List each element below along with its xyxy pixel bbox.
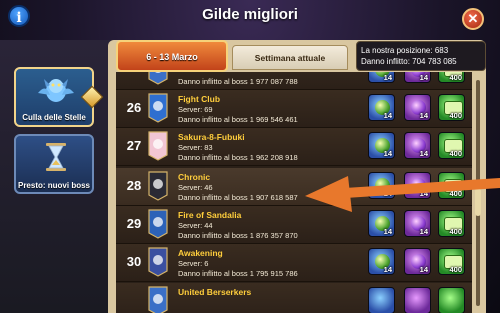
guild-rank: 28 [126, 178, 142, 193]
reward-purple-orb[interactable]: 14 [404, 210, 431, 237]
reward-count: 14 [383, 227, 392, 236]
guild-server: Server: 6 [178, 259, 209, 268]
guild-damage: Danno inflitto al boss 1 907 618 587 [178, 193, 298, 202]
reward-purple-orb[interactable]: 14 [404, 132, 431, 159]
reward-green-chest[interactable]: 400 [438, 94, 465, 121]
reward-count: 14 [383, 149, 392, 158]
banner-emblem [153, 217, 163, 227]
reward-count: 14 [419, 227, 428, 236]
my-position-text: La nostra posizione: 683 [361, 46, 449, 55]
reward-count: 400 [449, 227, 462, 236]
close-button[interactable]: ✕ [462, 8, 484, 30]
reward-blue-orb[interactable]: 14 [368, 172, 395, 199]
reward-purple-orb[interactable]: 14 [404, 94, 431, 121]
reward-green-chest[interactable]: 400 [438, 72, 465, 83]
banner-emblem [153, 101, 163, 111]
reward-count: 14 [383, 189, 392, 198]
reward-purple-orb[interactable]: 14 [404, 72, 431, 83]
reward-count: 400 [449, 265, 462, 274]
reward-count: 14 [383, 111, 392, 120]
reward-blue-orb[interactable]: 14 [368, 248, 395, 275]
reward-count: 14 [419, 111, 428, 120]
reward-green-chest[interactable]: 400 [438, 248, 465, 275]
reward-blue-orb[interactable] [368, 287, 395, 313]
reward-green-chest[interactable]: 400 [438, 210, 465, 237]
guild-rank: 30 [126, 254, 142, 269]
banner-emblem [153, 139, 163, 149]
reward-green-chest[interactable]: 400 [438, 172, 465, 199]
guild-name: Fight Club [178, 94, 221, 104]
boss-card-coming-soon[interactable]: Presto: nuovi boss [14, 134, 94, 194]
reward-count: 14 [419, 73, 428, 82]
guild-name: Fire of Sandalia [178, 210, 242, 220]
reward-blue-orb[interactable]: 14 [368, 94, 395, 121]
scrollbar-thumb[interactable] [475, 188, 481, 216]
guild-rank: 26 [126, 100, 142, 115]
reward-purple-orb[interactable]: 14 [404, 248, 431, 275]
guild-rank: 29 [126, 216, 142, 231]
banner-emblem [153, 179, 163, 189]
guild-server: Server: 83 [178, 143, 213, 152]
reward-blue-orb[interactable]: 14 [368, 210, 395, 237]
hourglass-icon [46, 143, 66, 171]
reward-blue-orb[interactable]: 14 [368, 72, 395, 83]
guild-damage: Danno inflitto al boss 1 795 915 786 [178, 269, 298, 278]
page-title: Gilde migliori [202, 6, 298, 23]
guild-row[interactable]: 30 Awakening Server: 6 Danno inflitto al… [116, 244, 472, 282]
reward-count: 14 [419, 189, 428, 198]
guild-damage: Danno inflitto al boss 1 962 208 918 [178, 153, 298, 162]
guild-banner-icon [148, 247, 168, 277]
guild-row[interactable]: 29 Fire of Sandalia Server: 44 Danno inf… [116, 206, 472, 244]
reward-count: 400 [449, 111, 462, 120]
guild-rank: 27 [126, 138, 142, 153]
guild-banner-icon [148, 72, 168, 85]
guild-banner-icon [148, 209, 168, 239]
reward-purple-orb[interactable]: 14 [404, 172, 431, 199]
guild-damage: Danno inflitto al boss 1 977 087 788 [178, 77, 298, 86]
reward-blue-orb[interactable]: 14 [368, 132, 395, 159]
tab-previous-week[interactable]: 6 - 13 Marzo [116, 40, 228, 72]
reward-count: 14 [383, 265, 392, 274]
guild-server: Server: 44 [178, 221, 213, 230]
guild-name: Chronic [178, 172, 211, 182]
reward-green-chest[interactable]: 400 [438, 132, 465, 159]
banner-emblem [153, 294, 163, 304]
reward-green-chest[interactable] [438, 287, 465, 313]
banner-shape [148, 72, 168, 85]
guild-row[interactable]: United Berserkers [116, 283, 472, 313]
reward-count: 400 [449, 149, 462, 158]
guild-name: Awakening [178, 248, 223, 258]
guild-row[interactable]: 28 Chronic Server: 46 Danno inflitto al … [116, 168, 472, 206]
guild-name: Sakura-8-Fubuki [178, 132, 245, 142]
guild-name: United Berserkers [178, 287, 252, 297]
reward-count: 14 [419, 265, 428, 274]
guild-damage: Danno inflitto al boss 1 876 357 870 [178, 231, 298, 240]
guild-server: Server: 69 [178, 105, 213, 114]
close-icon: ✕ [467, 11, 479, 26]
reward-count: 14 [383, 73, 392, 82]
my-damage-text: Danno inflitto: 704 783 085 [361, 57, 457, 66]
reward-count: 14 [419, 149, 428, 158]
my-position-box: La nostra posizione: 683 Danno inflitto:… [356, 41, 486, 71]
guild-banner-icon [148, 131, 168, 161]
guild-damage: Danno inflitto al boss 1 969 546 461 [178, 115, 298, 124]
tab-current-week[interactable]: Settimana attuale [232, 45, 348, 70]
guild-row[interactable]: Danno inflitto al boss 1 977 087 788 14 … [116, 72, 472, 90]
reward-count: 400 [449, 73, 462, 82]
reward-count: 400 [449, 189, 462, 198]
guild-server: Server: 46 [178, 183, 213, 192]
boss-card-label: Culla delle Stelle [22, 113, 86, 122]
guild-banner-icon [148, 171, 168, 201]
guild-banner-icon [148, 286, 168, 313]
star-creature-icon [38, 79, 74, 102]
banner-emblem [153, 255, 163, 265]
reward-purple-orb[interactable] [404, 287, 431, 313]
guild-list[interactable]: Danno inflitto al boss 1 977 087 788 14 … [116, 72, 472, 313]
guild-banner-icon [148, 93, 168, 123]
guild-row[interactable]: 27 Sakura-8-Fubuki Server: 83 Danno infl… [116, 128, 472, 166]
boss-card-label: Presto: nuovi boss [17, 181, 90, 190]
guild-row[interactable]: 26 Fight Club Server: 69 Danno inflitto … [116, 90, 472, 128]
